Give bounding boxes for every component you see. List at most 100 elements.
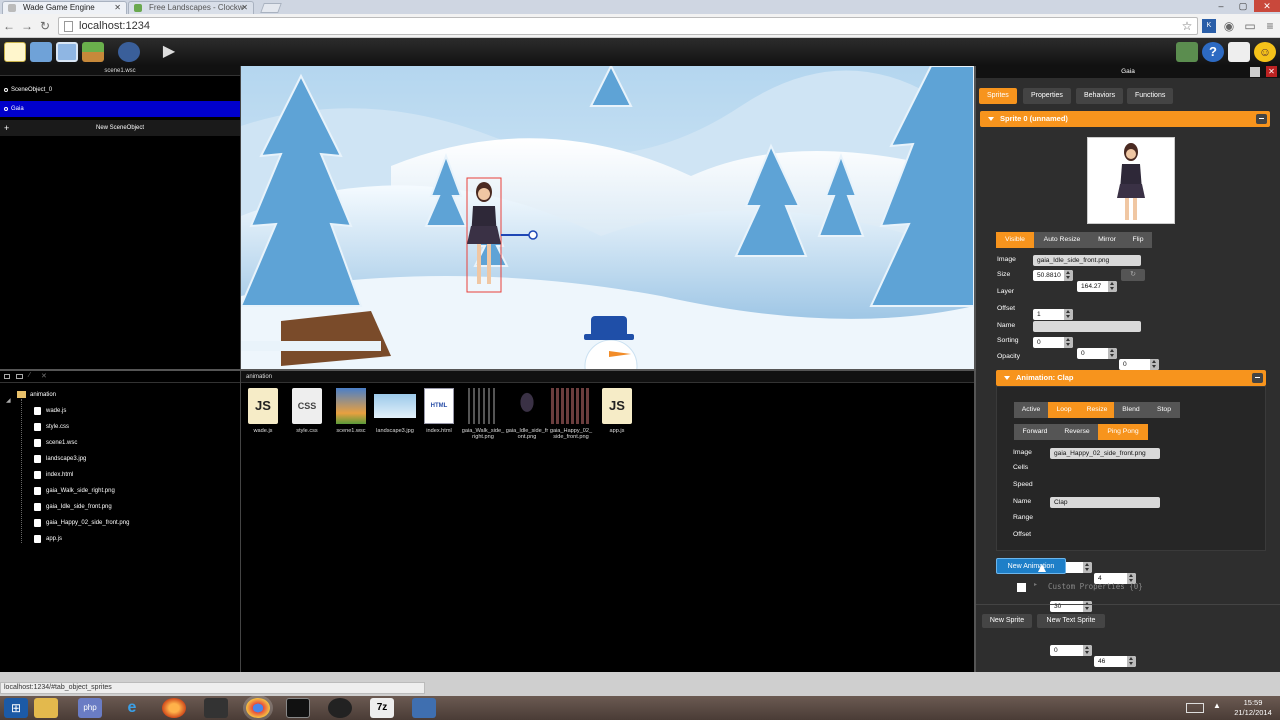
sprite-section-header[interactable]: Sprite 0 (unnamed) [980, 111, 1270, 127]
asset-item[interactable]: HTML index.html [417, 388, 461, 434]
offset-y-stepper[interactable]: 0 [1077, 348, 1117, 359]
sprite-name-field[interactable] [1033, 321, 1141, 332]
asset-item[interactable]: CSS style.css [285, 388, 329, 434]
play-icon[interactable]: ▶ [158, 42, 180, 62]
layer-stepper[interactable]: 1 [1033, 309, 1073, 320]
reset-size-button[interactable]: ↻ [1121, 269, 1145, 281]
spinner-icon[interactable] [1108, 281, 1117, 292]
spinner-icon[interactable] [1064, 337, 1073, 348]
back-icon[interactable]: ← [2, 19, 16, 33]
anim-name-field[interactable]: Clap [1050, 497, 1160, 508]
custom-properties-label[interactable]: Custom Properties {0} [1048, 582, 1143, 591]
blend-toggle[interactable]: Blend [1114, 402, 1148, 418]
tree-file-item[interactable]: gaia_Walk_side_right.png [0, 483, 240, 499]
asset-item[interactable]: gaia_Idle_side_front.png [505, 388, 549, 440]
star-icon[interactable]: ☆ [1180, 19, 1194, 33]
browser-tab-active[interactable]: Wade Game Engine ✕ [2, 1, 127, 14]
browser-tab[interactable]: Free Landscapes - Clockw ✕ [128, 1, 254, 14]
scene-object-item[interactable]: SceneObject_0 [0, 82, 240, 98]
new-animation-button[interactable]: New Animation [996, 558, 1066, 574]
tree-file-item[interactable]: gaia_Idle_side_front.png [0, 499, 240, 515]
smiley-icon[interactable]: ☺ [1254, 42, 1276, 62]
new-scene-object-button[interactable]: + New SceneObject [0, 120, 240, 136]
spinner-icon[interactable] [1127, 656, 1136, 667]
minimize-button[interactable]: – [1210, 0, 1232, 12]
new-icon[interactable] [4, 42, 26, 62]
file-explorer-icon[interactable] [34, 698, 58, 718]
speed-stepper[interactable]: 30 [1050, 601, 1092, 612]
stop-toggle[interactable]: Stop [1148, 402, 1180, 418]
range-end-stepper[interactable]: 46 [1094, 656, 1136, 667]
menu-icon[interactable]: ≡ [1263, 19, 1277, 33]
spinner-icon[interactable] [1083, 601, 1092, 612]
flip-toggle[interactable]: Flip [1124, 232, 1152, 248]
php-icon[interactable]: php [78, 698, 102, 718]
firefox-icon[interactable] [162, 698, 186, 718]
tree-folder-root[interactable]: ◢ animation [0, 387, 240, 404]
size-x-stepper[interactable]: 50.8810 [1033, 270, 1073, 281]
keyboard-icon[interactable] [1176, 42, 1198, 62]
tab-sprites[interactable]: Sprites [979, 88, 1017, 104]
tray-arrow-icon[interactable]: ▲ [1213, 701, 1221, 710]
forward-icon[interactable]: → [20, 19, 34, 33]
tree-file-item[interactable]: scene1.wsc [0, 435, 240, 451]
app-icon[interactable] [204, 698, 228, 718]
delete-icon[interactable]: ✕ [41, 372, 47, 380]
spinner-icon[interactable] [1108, 348, 1117, 359]
new-file-icon[interactable] [4, 374, 10, 379]
new-tab-button[interactable] [260, 3, 282, 13]
loop-toggle[interactable]: Loop [1048, 402, 1080, 418]
spinner-icon[interactable] [1064, 270, 1073, 281]
spinner-icon[interactable] [1083, 562, 1092, 573]
asset-item[interactable]: scene1.wsc [329, 388, 373, 434]
spinner-icon[interactable] [1064, 309, 1073, 320]
asset-item[interactable]: gaia_Happy_02_side_front.png [549, 388, 593, 440]
active-toggle[interactable]: Active [1014, 402, 1048, 418]
maximize-button[interactable]: ▢ [1232, 0, 1254, 12]
asset-item[interactable]: JS app.js [595, 388, 639, 434]
reverse-toggle[interactable]: Reverse [1056, 424, 1098, 440]
rename-icon[interactable]: ⁄ [29, 372, 30, 379]
window-close-button[interactable]: ✕ [1254, 0, 1280, 12]
ping-pong-toggle[interactable]: Ping Pong [1098, 424, 1148, 440]
forward-toggle[interactable]: Forward [1014, 424, 1056, 440]
reload-icon[interactable]: ↻ [38, 19, 52, 33]
range-start-stepper[interactable]: 0 [1050, 645, 1092, 656]
chrome-icon[interactable] [246, 698, 270, 718]
start-icon[interactable]: ⊞ [4, 698, 28, 718]
minimize-icon[interactable] [1256, 114, 1267, 124]
cast-icon[interactable]: ▭ [1243, 19, 1257, 33]
window-icon[interactable] [412, 698, 436, 718]
resize-toggle[interactable]: Resize [1080, 402, 1114, 418]
minimize-icon[interactable] [1252, 373, 1263, 383]
new-text-sprite-button[interactable]: New Text Sprite [1037, 614, 1105, 628]
asset-item[interactable]: landscape3.jpg [373, 388, 417, 434]
spinner-icon[interactable] [1150, 359, 1159, 370]
detach-icon[interactable] [1250, 67, 1260, 77]
size-y-stepper[interactable]: 164.27 [1077, 281, 1117, 292]
visible-toggle[interactable]: Visible [996, 232, 1034, 248]
offset-x-stepper[interactable]: 0 [1033, 337, 1073, 348]
tree-file-item[interactable]: wade.js [0, 403, 240, 419]
auto-resize-toggle[interactable]: Auto Resize [1034, 232, 1090, 248]
mirror-toggle[interactable]: Mirror [1090, 232, 1124, 248]
close-icon[interactable]: ✕ [241, 2, 248, 13]
import-icon[interactable] [82, 42, 104, 62]
extension-icon[interactable]: K [1202, 19, 1216, 33]
close-icon[interactable]: ✕ [114, 2, 121, 13]
save-icon[interactable] [56, 42, 78, 62]
asset-item[interactable]: JS wade.js [241, 388, 285, 434]
keyboard-icon[interactable] [1186, 703, 1204, 713]
url-input[interactable]: localhost:1234 [58, 17, 1198, 35]
custom-properties-checkbox[interactable] [1017, 583, 1026, 592]
tab-functions[interactable]: Functions [1127, 88, 1174, 104]
tree-file-item[interactable]: landscape3.jpg [0, 451, 240, 467]
internet-explorer-icon[interactable]: e [120, 698, 144, 718]
image-field[interactable]: gaia_Idle_side_front.png [1033, 255, 1141, 266]
open-folder-icon[interactable] [16, 374, 23, 379]
expand-icon[interactable]: ▸ [1034, 581, 1037, 588]
settings-icon[interactable] [118, 42, 140, 62]
tree-file-item[interactable]: app.js [0, 531, 240, 547]
unity-icon[interactable] [328, 698, 352, 718]
7zip-icon[interactable]: 7z [370, 698, 394, 718]
